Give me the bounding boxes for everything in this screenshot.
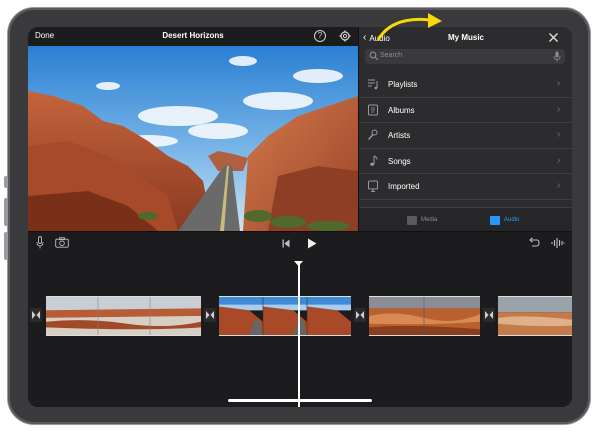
music-note-icon bbox=[490, 215, 500, 225]
camera-icon[interactable] bbox=[55, 237, 69, 248]
search-placeholder: Search bbox=[380, 52, 403, 59]
chevron-left-icon: ‹ bbox=[363, 32, 367, 43]
tab-audio[interactable]: Audio bbox=[490, 214, 519, 226]
song-icon bbox=[370, 155, 378, 166]
tab-label: Audio bbox=[504, 217, 520, 223]
timeline-clip[interactable] bbox=[46, 296, 201, 336]
imovie-screen: Done Desert Horizons ? ‹ Audio My Music … bbox=[28, 27, 572, 407]
play-icon[interactable] bbox=[307, 238, 317, 249]
tab-media[interactable]: Media bbox=[407, 214, 437, 226]
skip-to-start-icon[interactable] bbox=[282, 239, 290, 248]
playlist-icon bbox=[368, 79, 378, 90]
film-icon bbox=[407, 215, 417, 225]
music-category-albums[interactable]: Albums › bbox=[359, 98, 572, 123]
list-item-label: Artists bbox=[388, 131, 411, 140]
playback-controls bbox=[28, 231, 572, 253]
undo-icon[interactable] bbox=[528, 237, 540, 248]
help-button[interactable]: ? bbox=[314, 30, 326, 42]
music-category-list: Playlists › Albums › Artists › Songs › I… bbox=[359, 72, 572, 200]
music-category-playlists[interactable]: Playlists › bbox=[359, 72, 572, 98]
list-item-label: Songs bbox=[388, 156, 411, 166]
chevron-right-icon: › bbox=[557, 154, 561, 166]
settings-gear-icon[interactable] bbox=[339, 30, 351, 42]
list-item-label: Albums bbox=[388, 105, 415, 115]
album-icon bbox=[368, 104, 378, 115]
voiceover-mic-icon[interactable] bbox=[36, 236, 44, 249]
music-category-artists[interactable]: Artists › bbox=[359, 123, 572, 149]
close-icon[interactable] bbox=[548, 32, 559, 43]
artist-icon bbox=[367, 129, 378, 140]
my-music-panel: ‹ Audio My Music Search Playlists › Albu… bbox=[358, 27, 572, 231]
music-category-songs[interactable]: Songs › bbox=[359, 149, 572, 174]
transition-icon[interactable] bbox=[354, 308, 366, 322]
done-button[interactable]: Done bbox=[35, 31, 54, 40]
top-bar: Done Desert Horizons ? bbox=[28, 27, 358, 46]
chevron-right-icon: › bbox=[557, 129, 561, 140]
tab-label: Media bbox=[421, 217, 438, 223]
home-indicator[interactable] bbox=[228, 399, 372, 402]
browser-tab-bar: Media Audio bbox=[359, 207, 572, 231]
audio-waveform-icon[interactable] bbox=[551, 237, 565, 249]
list-item-label: Imported bbox=[388, 182, 420, 191]
timeline[interactable] bbox=[28, 253, 572, 407]
list-item-label: Playlists bbox=[388, 80, 418, 89]
timeline-clip[interactable] bbox=[369, 296, 480, 336]
video-viewer[interactable] bbox=[28, 46, 358, 231]
transition-icon[interactable] bbox=[30, 308, 42, 322]
chevron-right-icon: › bbox=[557, 180, 561, 191]
transition-icon[interactable] bbox=[483, 308, 495, 322]
music-category-imported[interactable]: Imported › bbox=[359, 174, 572, 200]
transition-icon[interactable] bbox=[204, 308, 216, 322]
imported-icon bbox=[368, 180, 378, 192]
playhead[interactable] bbox=[298, 263, 300, 407]
project-title: Desert Horizons bbox=[162, 31, 224, 40]
timeline-clip[interactable] bbox=[219, 296, 351, 336]
search-field[interactable]: Search bbox=[365, 49, 565, 64]
timeline-clip[interactable] bbox=[498, 296, 572, 336]
chevron-right-icon: › bbox=[557, 103, 561, 115]
search-icon bbox=[369, 51, 379, 61]
chevron-right-icon: › bbox=[557, 78, 561, 89]
dictation-mic-icon[interactable] bbox=[553, 51, 561, 62]
annotation-arrow-icon bbox=[376, 13, 442, 41]
